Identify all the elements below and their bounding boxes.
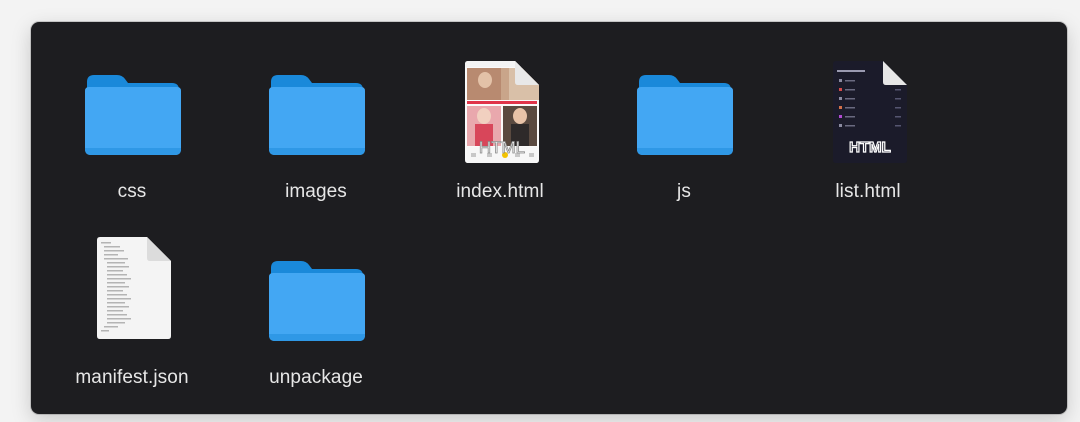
file-item-images[interactable]: images	[224, 36, 408, 206]
file-item-index-html[interactable]: HTML index.html	[408, 36, 592, 206]
finder-window: css images HTML index.html js HTML list.…	[31, 22, 1067, 414]
file-item-label: js	[677, 181, 691, 202]
file-item-label: css	[117, 181, 147, 202]
file-type-badge: HTML	[849, 139, 891, 156]
file-item-label: list.html	[835, 181, 901, 202]
html-file-icon: HTML	[833, 61, 907, 163]
json-file-icon	[97, 237, 171, 339]
file-item-manifest-json[interactable]: manifest.json	[40, 222, 224, 392]
file-item-list-html[interactable]: HTML list.html	[776, 36, 960, 206]
file-item-label: unpackage	[269, 367, 363, 388]
folder-icon	[269, 75, 365, 155]
file-item-css[interactable]: css	[40, 36, 224, 206]
file-type-badge: HTML	[479, 138, 525, 157]
folder-icon	[85, 75, 181, 155]
file-item-unpackage[interactable]: unpackage	[224, 222, 408, 392]
file-item-label: index.html	[456, 181, 544, 202]
file-item-js[interactable]: js	[592, 36, 776, 206]
folder-icon	[269, 261, 365, 341]
folder-icon	[637, 75, 733, 155]
file-item-label: manifest.json	[75, 367, 189, 388]
file-item-label: images	[285, 181, 347, 202]
html-file-icon: HTML	[465, 61, 539, 163]
